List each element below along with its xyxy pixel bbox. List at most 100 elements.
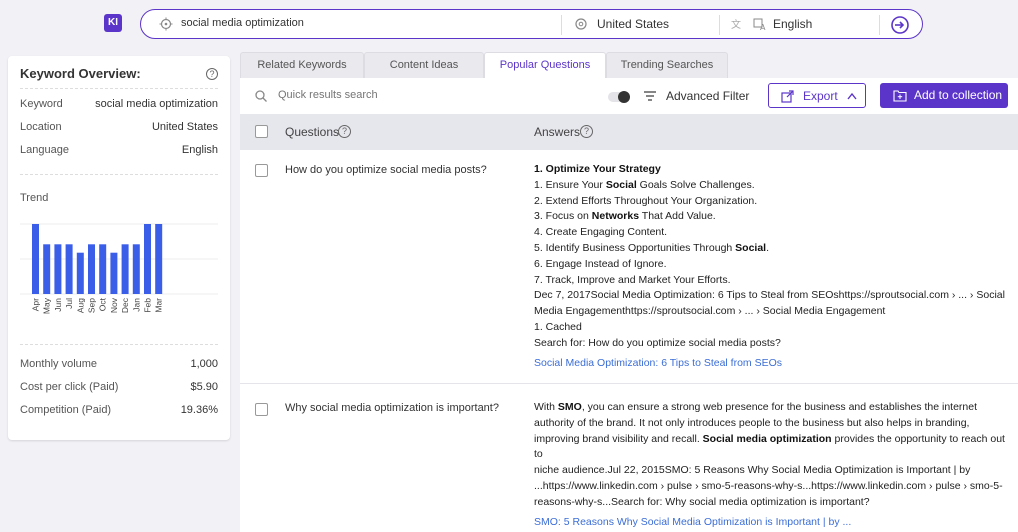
cpc-value: $5.90: [190, 381, 218, 393]
trend-bar[interactable]: [132, 244, 140, 294]
answer-line: reasons-why-s...Search for: Why social m…: [534, 495, 870, 508]
trend-bar[interactable]: [88, 244, 95, 294]
answer-block: 1. Optimize Your Strategy 1. Ensure Your…: [534, 162, 1016, 371]
competition-value: 19.36%: [180, 404, 218, 416]
answer-line: ...https://www.linkedin.com › pulse › sm…: [534, 479, 1003, 492]
trend-month-label: Dec: [120, 297, 130, 313]
trend-bar[interactable]: [76, 252, 84, 294]
row-checkbox[interactable]: [255, 403, 268, 416]
answer-line: 1. Optimize Your Strategy: [534, 163, 661, 175]
export-button[interactable]: Export: [768, 83, 866, 108]
trend-bar[interactable]: [110, 252, 118, 294]
answer-line: authority of the brand. It not only intr…: [534, 416, 970, 429]
trend-month-label: Aug: [75, 298, 85, 313]
trend-month-label: Sep: [87, 298, 97, 313]
tab-content-ideas[interactable]: Content Ideas: [364, 52, 484, 78]
divider: [561, 15, 562, 35]
results-toolbar: Advanced Filter Export Add to collection: [240, 78, 1018, 114]
trend-bar[interactable]: [32, 224, 39, 294]
questions-table-body: How do you optimize social media posts? …: [240, 150, 1018, 532]
answer-line: With SMO, you can ensure a strong web pr…: [534, 401, 978, 413]
language-value: English: [181, 144, 218, 156]
trend-month-label: Apr: [31, 298, 41, 311]
app-logo[interactable]: KI: [104, 14, 122, 32]
answer-source-link[interactable]: SMO: 5 Reasons Why Social Media Optimiza…: [534, 515, 1016, 531]
trend-bar[interactable]: [144, 224, 151, 294]
advanced-filter-button[interactable]: Advanced Filter: [666, 89, 749, 103]
answer-line: Media Engagementhttps://sproutsocial.com…: [534, 305, 886, 318]
answer-line: 6. Engage Instead of Ignore.: [534, 257, 667, 270]
language-select[interactable]: English: [773, 17, 812, 31]
help-icon[interactable]: ?: [206, 68, 218, 80]
row-checkbox[interactable]: [255, 164, 268, 177]
toggle-knob: [618, 91, 630, 103]
answer-line: 1. Cached: [534, 320, 582, 333]
add-to-collection-button[interactable]: Add to collection: [880, 83, 1008, 108]
location-label: Location: [20, 121, 62, 133]
overview-keyword-row: Keyword social media optimization: [20, 98, 218, 114]
table-row: How do you optimize social media posts? …: [240, 150, 1018, 384]
keyword-label: Keyword: [20, 98, 63, 110]
answer-line: 2. Extend Efforts Throughout Your Organi…: [534, 194, 758, 207]
export-label: Export: [803, 89, 838, 103]
overview-title: Keyword Overview:: [20, 66, 141, 81]
svg-text:文: 文: [731, 18, 741, 31]
monthly-volume-value: 1,000: [190, 358, 218, 370]
question-text: How do you optimize social media posts?: [285, 164, 487, 176]
trend-month-label: Jun: [53, 298, 63, 312]
answer-line: Search for: How do you optimize social m…: [534, 336, 781, 349]
search-submit-icon[interactable]: [890, 15, 910, 35]
answer-line: 1. Ensure Your Social Goals Solve Challe…: [534, 178, 755, 191]
trend-bar[interactable]: [155, 224, 163, 294]
trend-bar[interactable]: [121, 244, 129, 294]
trend-bar[interactable]: [65, 244, 73, 294]
add-to-collection-label: Add to collection: [914, 88, 1003, 102]
table-header: Questions ? Answers ?: [240, 114, 1018, 150]
tab-related-keywords[interactable]: Related Keywords: [240, 52, 364, 78]
trend-bar[interactable]: [54, 244, 62, 294]
keyword-overview-panel: Keyword Overview: ? Keyword social media…: [8, 56, 230, 440]
monthly-volume-label: Monthly volume: [20, 358, 98, 370]
select-all-checkbox[interactable]: [255, 125, 268, 138]
language-label: Language: [20, 144, 69, 156]
trend-month-label: May: [42, 297, 52, 314]
answer-line: 4. Create Engaging Content.: [534, 226, 668, 239]
quick-search-input[interactable]: [278, 89, 518, 101]
trend-chart: Apr May Jun Jul Aug Sep Oct Nov Dec Jan Feb Mar: [20, 223, 218, 314]
trend-bar[interactable]: [99, 244, 107, 294]
divider: [20, 88, 218, 89]
questions-help-icon[interactable]: ?: [338, 125, 351, 138]
divider: [719, 15, 720, 35]
export-icon: [781, 90, 794, 103]
location-value: United States: [151, 121, 218, 133]
svg-text:A: A: [760, 23, 766, 31]
trend-month-label: Jan: [131, 298, 141, 312]
trend-month-label: Jul: [64, 298, 74, 309]
keyword-value: social media optimization: [95, 98, 218, 110]
cpc-row: Cost per click (Paid) $5.90: [20, 381, 218, 397]
location-select[interactable]: United States: [597, 17, 669, 31]
cpc-label: Cost per click (Paid): [20, 381, 119, 393]
target-icon: [159, 17, 173, 31]
answer-line: improving brand visibility and recall. S…: [534, 432, 1005, 461]
filter-lines-icon: [644, 91, 656, 101]
keyword-search-bar[interactable]: social media optimization United States …: [140, 9, 923, 39]
trend-month-label: Mar: [154, 298, 164, 313]
filter-toggle[interactable]: [608, 91, 630, 103]
tab-trending-searches[interactable]: Trending Searches: [606, 52, 728, 78]
competition-row: Competition (Paid) 19.36%: [20, 404, 218, 420]
questions-column-header[interactable]: Questions: [285, 125, 339, 139]
keyword-input[interactable]: social media optimization: [181, 17, 304, 29]
chevron-up-icon: [847, 92, 857, 100]
question-text: Why social media optimization is importa…: [285, 402, 499, 414]
answer-source-link[interactable]: Social Media Optimization: 6 Tips to Ste…: [534, 356, 1016, 372]
search-icon: [255, 90, 267, 102]
answer-line: niche audience.Jul 22, 2015SMO: 5 Reason…: [534, 464, 971, 477]
answers-help-icon[interactable]: ?: [580, 125, 593, 138]
overview-language-row: Language English: [20, 144, 218, 160]
trend-bar[interactable]: [43, 244, 51, 294]
answers-column-header[interactable]: Answers: [534, 125, 580, 139]
tab-popular-questions[interactable]: Popular Questions: [484, 52, 606, 79]
answer-line: 3. Focus on Networks That Add Value.: [534, 210, 716, 223]
trend-month-label: Nov: [109, 297, 119, 313]
